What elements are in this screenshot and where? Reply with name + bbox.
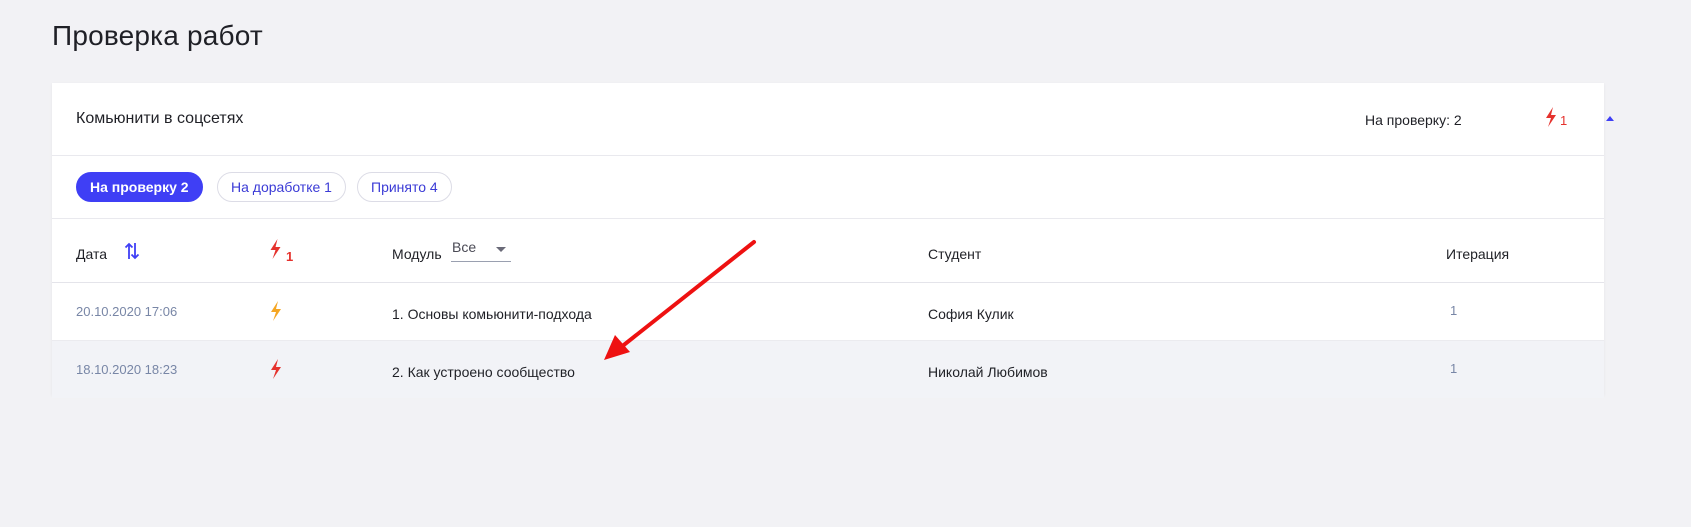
row-iteration: 1 [1450,361,1458,376]
tab-for-review[interactable]: На проверку 2 [76,172,203,202]
row-module: 2. Как устроено сообщество [392,364,575,380]
collapse-button[interactable] [1600,109,1620,129]
column-student: Студент [928,246,982,262]
row-student: Николай Любимов [928,364,1048,380]
column-urgent: 1 [269,239,293,264]
row-date: 20.10.2020 17:06 [76,304,178,319]
lightning-icon [1545,107,1557,132]
review-count: На проверку: 2 [1365,112,1462,128]
row-date: 18.10.2020 18:23 [76,362,178,377]
lightning-icon [269,239,282,264]
chevron-down-icon [496,247,506,252]
course-card: Комьюнити в соцсетях На проверку: 2 1 На… [52,83,1614,398]
page-title: Проверка работ [52,20,263,51]
column-module: Модуль [392,246,442,262]
tab-needs-revision[interactable]: На доработке 1 [217,172,346,202]
tab-accepted[interactable]: Принято 4 [357,172,452,202]
module-filter-value: Все [452,239,477,255]
course-title: Комьюнити в соцсетях [76,110,244,127]
triangle-up-icon [1600,116,1620,133]
table-row[interactable]: 20.10.2020 17:06 1. Основы комьюнити-под… [52,283,1604,341]
table-header: Дата 1 Модуль Все Студент Итерация [52,219,1604,283]
row-student: София Кулик [928,306,1014,322]
column-iteration: Итерация [1446,246,1510,262]
lightning-icon [270,301,282,324]
column-urgent-count: 1 [286,249,294,264]
module-filter-select[interactable]: Все [451,237,511,262]
row-iteration: 1 [1450,303,1458,318]
urgent-count: 1 [1560,113,1568,128]
column-date: Дата [76,246,108,262]
lightning-icon [270,359,282,382]
course-header: Комьюнити в соцсетях На проверку: 2 1 [52,83,1614,156]
urgent-indicator: 1 [1545,107,1567,132]
table-row[interactable]: 18.10.2020 18:23 2. Как устроено сообщес… [52,341,1604,398]
row-module: 1. Основы комьюнити-подхода [392,306,592,322]
sort-icon[interactable] [124,241,140,266]
